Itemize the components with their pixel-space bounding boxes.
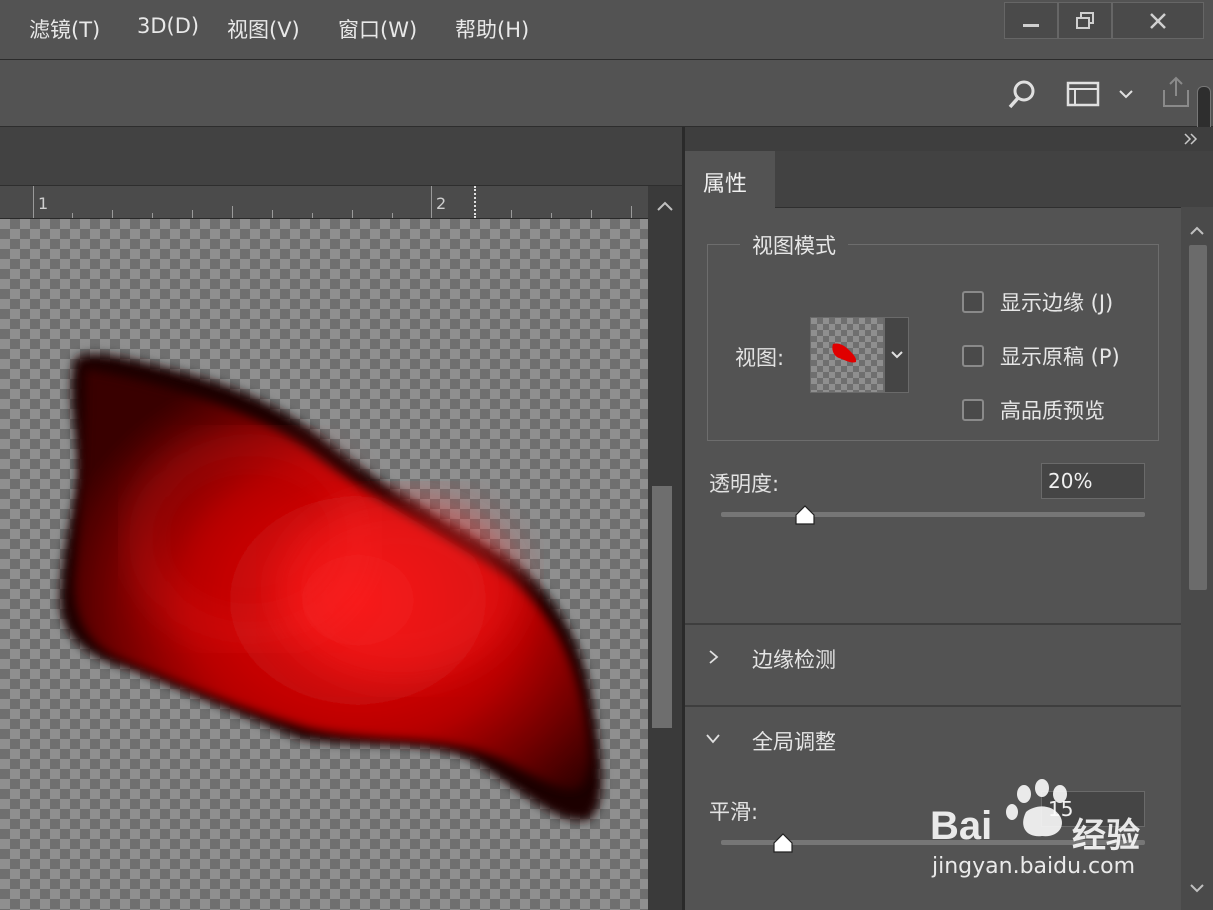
- view-label: 视图:: [735, 346, 785, 370]
- panel-scroll-thumb[interactable]: [1189, 245, 1207, 590]
- options-bar: [0, 60, 1213, 176]
- global-refine-section-header[interactable]: 全局调整: [685, 707, 1181, 769]
- tab-properties[interactable]: 属性: [685, 151, 776, 207]
- opacity-slider-track[interactable]: [721, 512, 1145, 517]
- edge-detection-section-header[interactable]: 边缘检测: [685, 625, 1181, 705]
- properties-tab-label: 属性: [703, 172, 748, 197]
- ruler-label-1: 1: [38, 194, 49, 213]
- close-icon: [1150, 12, 1166, 29]
- document-vertical-scrollbar[interactable]: [648, 186, 682, 910]
- minimize-icon: [1023, 23, 1039, 27]
- close-button[interactable]: [1112, 2, 1204, 39]
- baidu-jingyan-watermark: Bai 经验 jingyan.baidu.com: [930, 776, 1150, 886]
- menu-bar: 滤镜(T) 3D(D) 视图(V) 窗口(W) 帮助(H): [0, 0, 1213, 60]
- view-mode-legend: 视图模式: [740, 230, 848, 260]
- watermark-brand: Bai: [930, 804, 993, 848]
- watermark-url: jingyan.baidu.com: [932, 854, 1136, 879]
- red-selection-image: [60, 353, 602, 821]
- ruler-label-2: 2: [436, 194, 447, 213]
- high-quality-preview-label: 高品质预览: [1000, 399, 1105, 423]
- chevron-down-icon[interactable]: [1116, 84, 1136, 104]
- smooth-slider-thumb[interactable]: [772, 833, 794, 853]
- watermark-brand-suffix: 经验: [1072, 816, 1140, 856]
- chevron-down-icon: [890, 351, 903, 359]
- document-scroll-thumb[interactable]: [652, 486, 672, 728]
- smooth-label: 平滑:: [709, 800, 759, 824]
- chevron-down-icon: [706, 734, 720, 744]
- menu-window[interactable]: 窗口(W): [338, 14, 417, 44]
- ruler-cursor-marker: [474, 186, 476, 218]
- menu-filter[interactable]: 滤镜(T): [29, 14, 100, 44]
- image-canvas[interactable]: [0, 219, 648, 910]
- document-tab-bar: [0, 127, 682, 186]
- share-icon[interactable]: [1156, 72, 1196, 112]
- document-area: 1 2: [0, 127, 682, 910]
- horizontal-ruler: 1 2: [0, 186, 648, 219]
- global-refine-label: 全局调整: [752, 730, 836, 754]
- workspace-icon[interactable]: [1064, 77, 1102, 111]
- red-shape-thumbnail-icon: [832, 343, 857, 363]
- search-icon[interactable]: [1004, 76, 1040, 112]
- panel-collapse-strip: [685, 127, 1213, 151]
- high-quality-preview-checkbox[interactable]: [962, 399, 984, 421]
- minimize-button[interactable]: [1004, 2, 1058, 39]
- show-edge-label: 显示边缘 (J): [1000, 291, 1114, 315]
- collapse-panels-icon[interactable]: [1183, 132, 1199, 146]
- chevron-right-icon: [709, 650, 719, 664]
- scroll-up-icon[interactable]: [648, 190, 682, 220]
- opacity-input[interactable]: 20%: [1041, 463, 1145, 499]
- restore-button[interactable]: [1058, 2, 1112, 39]
- opacity-label: 透明度:: [709, 472, 780, 496]
- scroll-down-icon[interactable]: [1181, 876, 1213, 902]
- scroll-up-icon[interactable]: [1181, 217, 1213, 243]
- menu-help[interactable]: 帮助(H): [455, 14, 529, 44]
- panel-vertical-scrollbar[interactable]: [1181, 207, 1213, 910]
- edge-detection-label: 边缘检测: [752, 648, 836, 672]
- show-original-label: 显示原稿 (P): [1000, 345, 1120, 369]
- menu-3d[interactable]: 3D(D): [137, 14, 199, 38]
- menu-view[interactable]: 视图(V): [227, 14, 300, 44]
- show-edge-checkbox[interactable]: [962, 291, 984, 313]
- restore-icon: [1076, 11, 1094, 29]
- view-mode-thumbnail[interactable]: [810, 317, 884, 393]
- show-original-checkbox[interactable]: [962, 345, 984, 367]
- panel-tab-strip: [775, 151, 1213, 208]
- opacity-slider-thumb[interactable]: [794, 505, 816, 525]
- view-mode-dropdown[interactable]: [884, 317, 909, 393]
